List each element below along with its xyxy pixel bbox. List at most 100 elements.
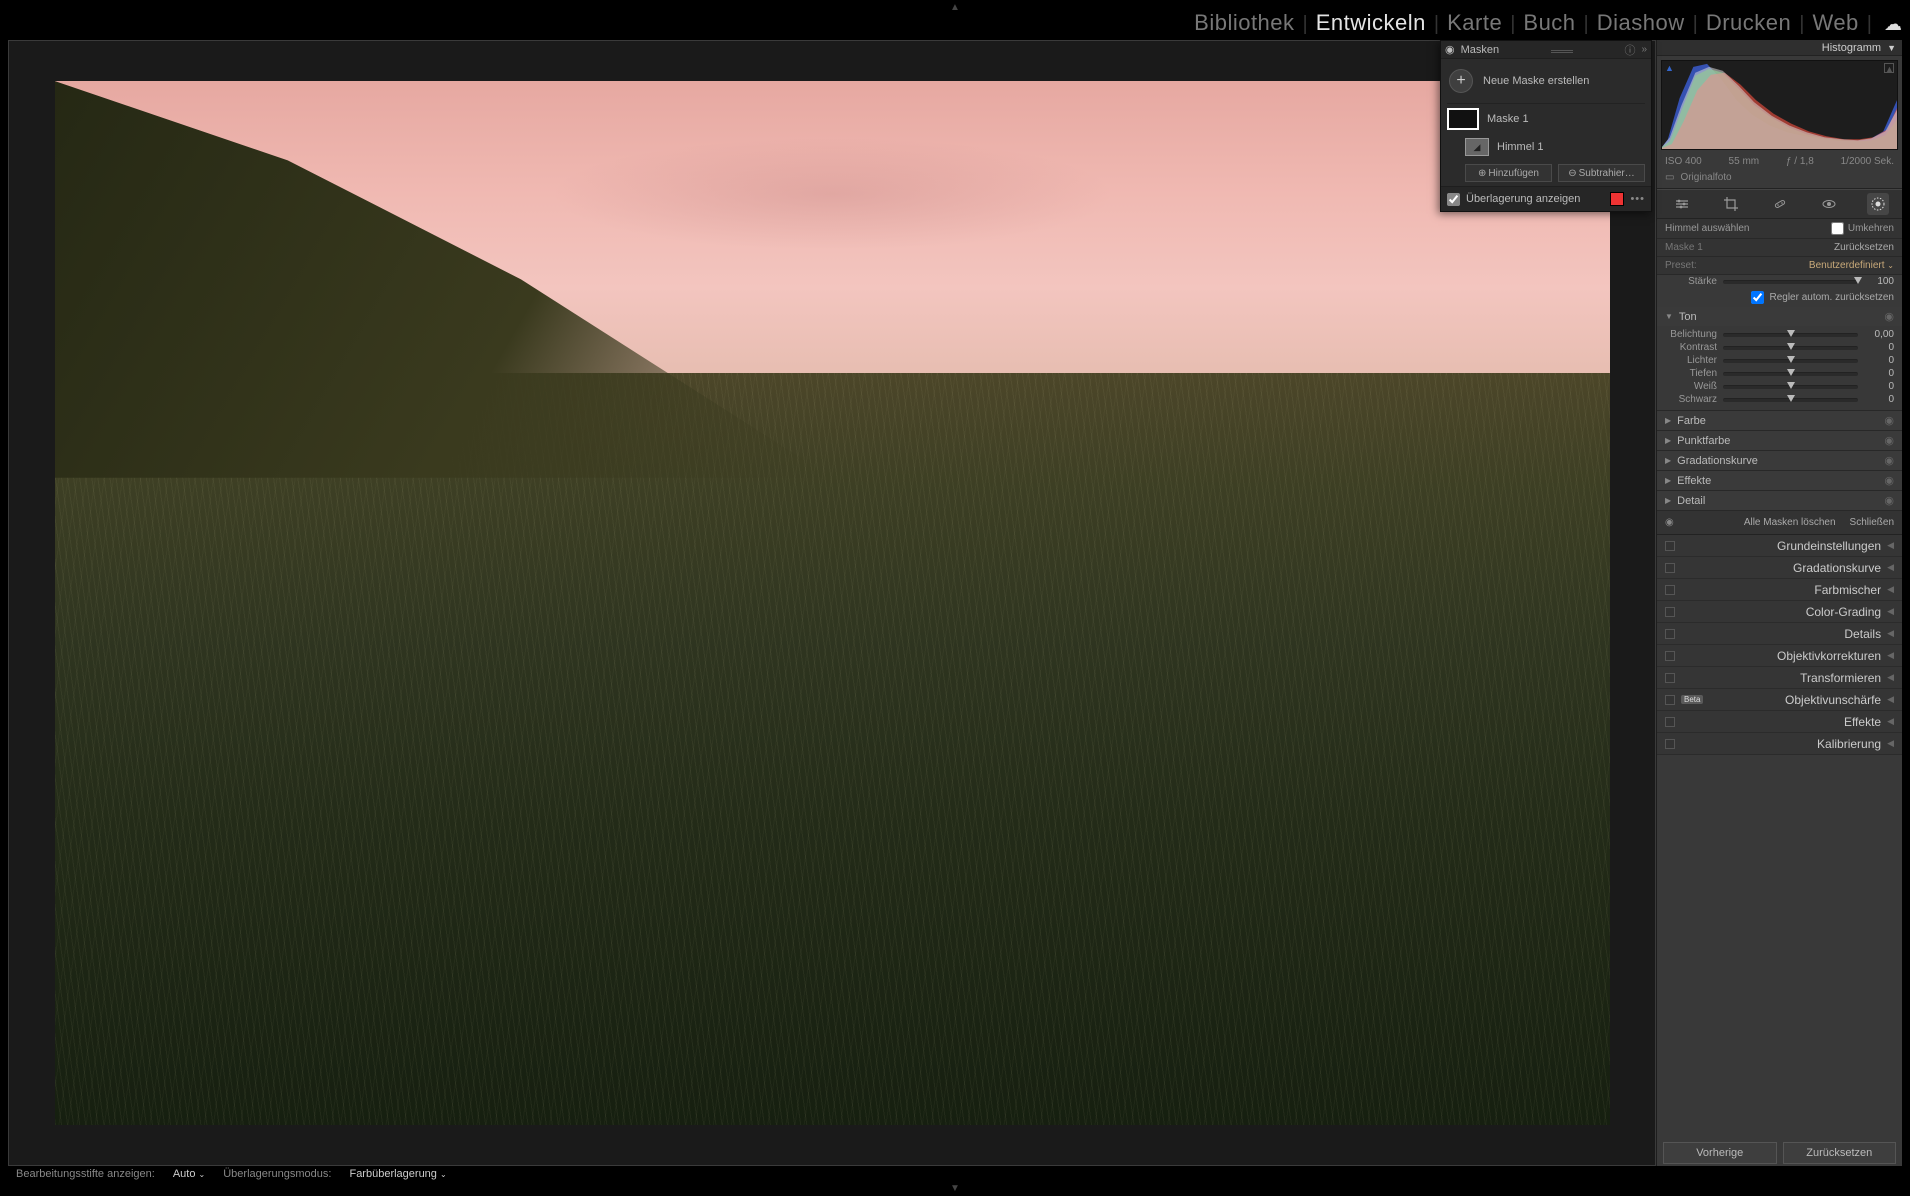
panel-toggle-icon[interactable] — [1665, 629, 1675, 639]
right-panel: Histogramm ▼ ▲ ▲ ISO 400 55 mm ƒ / 1,8 1… — [1656, 40, 1902, 1166]
canvas-area[interactable] — [8, 40, 1656, 1166]
panel-transformieren[interactable]: Transformieren◀ — [1657, 667, 1902, 689]
add-icon: ⊕ — [1478, 168, 1486, 179]
new-mask-row[interactable]: + Neue Maske erstellen — [1447, 65, 1645, 104]
eye-icon[interactable]: ◉ — [1884, 494, 1894, 507]
panel-color-grading[interactable]: Color-Grading◀ — [1657, 601, 1902, 623]
eye-icon[interactable]: ◉ — [1445, 43, 1455, 56]
overlay-color-chip[interactable] — [1610, 192, 1624, 206]
panel-toggle-icon[interactable] — [1665, 585, 1675, 595]
invert-toggle[interactable]: Umkehren — [1831, 222, 1894, 235]
delete-all-masks-link[interactable]: Alle Masken löschen — [1744, 517, 1836, 528]
eye-icon[interactable]: ◉ — [1884, 414, 1894, 427]
eye-icon[interactable]: ◉ — [1665, 517, 1674, 528]
section-header[interactable]: ▶Gradationskurve◉ — [1657, 451, 1902, 470]
section-header[interactable]: ▶Farbe◉ — [1657, 411, 1902, 430]
plus-icon[interactable]: + — [1449, 69, 1473, 93]
exif-focal: 55 mm — [1729, 156, 1760, 167]
overlay-mode-dropdown[interactable]: Farbüberlagerung ⌄ — [349, 1168, 446, 1180]
mask-reset-link[interactable]: Zurücksetzen — [1834, 242, 1894, 253]
footer-toolbar: Bearbeitungsstifte anzeigen: Auto ⌄ Über… — [16, 1164, 1640, 1184]
section-detail: ▶Detail◉ — [1657, 491, 1902, 511]
chevron-left-icon: ◀ — [1887, 606, 1894, 617]
subtract-from-mask-button[interactable]: ⊖Subtrahier… — [1558, 164, 1645, 182]
highlight-clip-icon[interactable]: ▲ — [1884, 63, 1894, 73]
expand-icon[interactable]: » — [1641, 44, 1647, 55]
panel-toggle-icon[interactable] — [1665, 563, 1675, 573]
histogram-header[interactable]: Histogramm ▼ — [1657, 40, 1902, 56]
mask-name-row: Maske 1 Zurücksetzen — [1657, 239, 1902, 257]
drag-handle-icon[interactable] — [1505, 44, 1618, 56]
mask-component[interactable]: ◢ Himmel 1 — [1447, 134, 1645, 160]
preset-dropdown[interactable]: Benutzerdefiniert ⌄ — [1809, 260, 1894, 271]
panel-toggle-icon[interactable] — [1665, 739, 1675, 749]
panel-effekte[interactable]: Effekte◀ — [1657, 711, 1902, 733]
auto-reset-checkbox[interactable] — [1751, 291, 1764, 304]
module-tab-web[interactable]: Web — [1812, 10, 1858, 36]
preset-row: Preset: Benutzerdefiniert ⌄ — [1657, 257, 1902, 275]
module-tab-diashow[interactable]: Diashow — [1597, 10, 1685, 36]
help-icon[interactable]: ⓘ — [1624, 42, 1635, 58]
slider-track[interactable] — [1723, 385, 1858, 389]
slider-track[interactable] — [1723, 346, 1858, 350]
panel-toggle-icon[interactable] — [1665, 541, 1675, 551]
previous-button[interactable]: Vorherige — [1663, 1142, 1777, 1164]
panel-objektivkorrekturen[interactable]: Objektivkorrekturen◀ — [1657, 645, 1902, 667]
tone-section-header[interactable]: ▼ Ton ◉ — [1657, 307, 1902, 326]
heal-tool-icon[interactable] — [1769, 193, 1791, 215]
section-title: Gradationskurve — [1677, 455, 1758, 467]
panel-kalibrierung[interactable]: Kalibrierung◀ — [1657, 733, 1902, 755]
crop-tool-icon[interactable] — [1720, 193, 1742, 215]
module-tab-buch[interactable]: Buch — [1523, 10, 1575, 36]
eye-icon[interactable]: ◉ — [1884, 434, 1894, 447]
slider-track[interactable] — [1723, 398, 1858, 402]
module-tab-bibliothek[interactable]: Bibliothek — [1194, 10, 1294, 36]
bottom-panel-toggle[interactable]: ▼ — [950, 1183, 960, 1194]
cloud-sync-icon[interactable]: ☁ — [1880, 14, 1902, 35]
eye-icon[interactable]: ◉ — [1884, 310, 1894, 323]
panel-objektivunschärfe[interactable]: BetaObjektivunschärfe◀ — [1657, 689, 1902, 711]
slider-track[interactable] — [1723, 359, 1858, 363]
slider-track[interactable] — [1723, 333, 1858, 337]
section-header[interactable]: ▶Detail◉ — [1657, 491, 1902, 510]
panel-farbmischer[interactable]: Farbmischer◀ — [1657, 579, 1902, 601]
shadow-clip-icon[interactable]: ▲ — [1665, 63, 1675, 73]
show-overlay-checkbox[interactable] — [1447, 193, 1460, 206]
mask-item[interactable]: Maske 1 — [1447, 104, 1645, 134]
top-panel-toggle[interactable]: ▲ — [950, 2, 960, 13]
panel-details[interactable]: Details◀ — [1657, 623, 1902, 645]
invert-checkbox[interactable] — [1831, 222, 1844, 235]
panel-toggle-icon[interactable] — [1665, 651, 1675, 661]
amount-slider[interactable] — [1723, 280, 1858, 284]
module-tab-entwickeln[interactable]: Entwickeln — [1316, 10, 1426, 36]
mask-tool-icon[interactable] — [1867, 193, 1889, 215]
rail-bottom-buttons: Vorherige Zurücksetzen — [1657, 1134, 1902, 1166]
edit-tool-icon[interactable] — [1671, 193, 1693, 215]
auto-reset-row[interactable]: Regler autom. zurücksetzen — [1657, 288, 1902, 307]
rectangle-icon: ▭ — [1665, 172, 1674, 183]
close-masks-link[interactable]: Schließen — [1850, 517, 1894, 528]
mask-panel-header[interactable]: ◉ Masken ⓘ » — [1441, 41, 1651, 59]
panel-toggle-icon[interactable] — [1665, 717, 1675, 727]
panel-toggle-icon[interactable] — [1665, 673, 1675, 683]
histogram-chart[interactable]: ▲ ▲ — [1661, 60, 1898, 150]
slider-track[interactable] — [1723, 372, 1858, 376]
original-photo-toggle[interactable]: ▭ Originalfoto — [1657, 169, 1902, 189]
more-icon[interactable]: ••• — [1630, 193, 1645, 205]
section-header[interactable]: ▶Effekte◉ — [1657, 471, 1902, 490]
section-title: Effekte — [1677, 475, 1711, 487]
module-tab-karte[interactable]: Karte — [1447, 10, 1502, 36]
panel-toggle-icon[interactable] — [1665, 695, 1675, 705]
module-tab-drucken[interactable]: Drucken — [1706, 10, 1791, 36]
panel-gradationskurve[interactable]: Gradationskurve◀ — [1657, 557, 1902, 579]
add-to-mask-button[interactable]: ⊕Hinzufügen — [1465, 164, 1552, 182]
panel-grundeinstellungen[interactable]: Grundeinstellungen◀ — [1657, 535, 1902, 557]
eye-icon[interactable]: ◉ — [1884, 454, 1894, 467]
section-header[interactable]: ▶Punktfarbe◉ — [1657, 431, 1902, 450]
eye-icon[interactable]: ◉ — [1884, 474, 1894, 487]
redeye-tool-icon[interactable] — [1818, 193, 1840, 215]
reset-button[interactable]: Zurücksetzen — [1783, 1142, 1897, 1164]
panel-toggle-icon[interactable] — [1665, 607, 1675, 617]
pins-dropdown[interactable]: Auto ⌄ — [173, 1168, 205, 1180]
mask-panel-footer: Überlagerung anzeigen ••• — [1441, 186, 1651, 211]
